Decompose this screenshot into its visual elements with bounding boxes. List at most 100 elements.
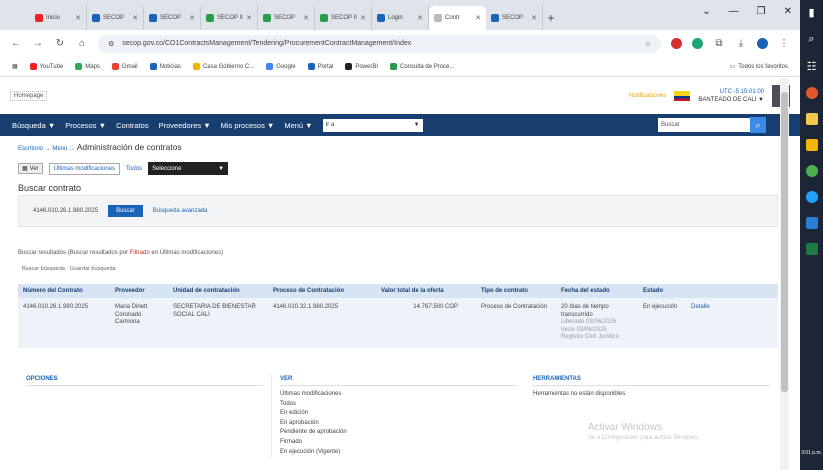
nav-contratos[interactable]: Contratos [116, 121, 149, 130]
site-logo[interactable]: Homepage [10, 91, 48, 101]
breadcrumb-path[interactable]: Escritorio → Menú → [18, 146, 77, 152]
browser-tab-active[interactable]: Contr ✕ [429, 6, 486, 30]
chrome-icon[interactable] [805, 165, 818, 177]
process-icon [390, 63, 398, 70]
browser-tab[interactable]: SECOP II ✕ [315, 6, 372, 30]
column-header[interactable]: Número del Contrato [18, 284, 110, 298]
table-row[interactable]: 4146.010.26.1.980.2025 Maria Dinett Coro… [18, 298, 778, 348]
windows-start-icon[interactable]: ▮ [808, 6, 814, 19]
outlook-icon[interactable] [805, 217, 818, 229]
scrollbar-thumb[interactable] [781, 92, 788, 392]
nav-mis-procesos[interactable]: Mis procesos ▼ [221, 121, 275, 130]
bookmark[interactable]: PowerBI [345, 63, 378, 70]
nav-goto-select[interactable]: Ir a ▼ [322, 118, 423, 132]
close-icon[interactable]: ✕ [189, 14, 195, 22]
status-select[interactable]: Seleccione ▼ [148, 162, 229, 175]
new-tab-icon[interactable]: + [543, 6, 559, 30]
filter-link[interactable]: Filtrado [130, 250, 150, 256]
excel-icon[interactable] [805, 243, 818, 255]
browser-tab[interactable]: SECOP ✕ [144, 6, 201, 30]
minimize-icon[interactable]: — [729, 6, 739, 17]
close-icon[interactable]: ✕ [75, 14, 81, 22]
column-header[interactable]: Valor total de la oferta [376, 284, 476, 298]
column-header[interactable]: Proveedor [110, 284, 168, 298]
ver-item[interactable]: Todos [280, 400, 517, 410]
column-header[interactable]: Estado [638, 284, 686, 298]
bookmark[interactable]: Casa Gobierno C... [192, 63, 254, 70]
ver-item[interactable]: Últimas modificaciones [280, 390, 517, 400]
extension-icon[interactable] [671, 38, 682, 49]
star-icon[interactable]: ☆ [645, 40, 651, 48]
user-menu[interactable]: BANTEADO DE CALI ▼ [698, 97, 764, 103]
bookmark[interactable]: Portal [307, 63, 333, 70]
nav-busqueda[interactable]: Búsqueda ▼ [12, 121, 55, 130]
close-icon[interactable]: ✕ [531, 14, 537, 22]
clock[interactable]: 3:01 p.m. [801, 450, 822, 456]
last-modifications-filter[interactable]: Últimas modificaciones [48, 162, 121, 175]
browser-tab[interactable]: SECOP ✕ [258, 6, 315, 30]
edge-icon[interactable] [805, 191, 818, 203]
app-icon[interactable] [805, 139, 818, 151]
browser-tab[interactable]: Login ✕ [372, 6, 429, 30]
browser-tab[interactable]: SECOP II ✕ [201, 6, 258, 30]
url-input[interactable]: ⚙ secop.gov.co/CO1ContractsManagement/Te… [98, 34, 661, 53]
reload-icon[interactable]: ↻ [54, 38, 66, 49]
forward-icon[interactable]: → [32, 38, 44, 49]
advanced-search-link[interactable]: Búsqueda avanzada [153, 208, 208, 214]
download-icon[interactable]: ⤓ [735, 38, 747, 49]
page-scrollbar[interactable] [780, 78, 789, 470]
column-header[interactable]: Fecha del estado [556, 284, 638, 298]
ver-item[interactable]: Firmado [280, 438, 517, 448]
close-icon[interactable]: ✕ [246, 14, 252, 22]
search-input[interactable]: Buscar [658, 118, 750, 132]
apps-grid-icon[interactable]: ▦ [12, 63, 18, 70]
column-header[interactable]: Proceso de Contratación [268, 284, 376, 298]
contract-search-input[interactable]: 4146.010.26.1.980.2025 [33, 208, 98, 214]
browser-tab[interactable]: SECOP ✕ [87, 6, 144, 30]
search-button[interactable]: Buscar [108, 205, 143, 217]
search-icon[interactable]: ⌕ [750, 117, 766, 133]
opera-icon[interactable] [805, 87, 818, 99]
close-icon[interactable]: ✕ [303, 14, 309, 22]
nav-menu[interactable]: Menú ▼ [284, 121, 312, 130]
chevron-down-icon[interactable]: ⌄ [702, 6, 710, 17]
ver-item[interactable]: En aprobación [280, 419, 517, 429]
search-icon[interactable]: ⌕ [808, 33, 814, 46]
column-header[interactable]: Unidad de contratación [168, 284, 268, 298]
view-toggle[interactable]: ▦ Ver [18, 163, 43, 174]
all-bookmarks[interactable]: ▭ Todos los favoritos [730, 63, 788, 71]
bookmark[interactable]: Gmail [111, 63, 138, 70]
close-icon[interactable]: ✕ [360, 14, 366, 22]
bookmark[interactable]: Consulta de Proce... [390, 63, 454, 70]
home-icon[interactable]: ⌂ [76, 38, 88, 49]
nav-proveedores[interactable]: Proveedores ▼ [159, 121, 211, 130]
close-icon[interactable]: ✕ [784, 6, 792, 17]
close-icon[interactable]: ✕ [475, 14, 481, 22]
file-explorer-icon[interactable] [805, 113, 818, 125]
column-header[interactable]: Tipo de contrato [476, 284, 556, 298]
nav-procesos[interactable]: Procesos ▼ [65, 121, 106, 130]
ver-item[interactable]: En ejecución (Vigente) [280, 448, 517, 458]
close-icon[interactable]: ✕ [132, 14, 138, 22]
bookmark[interactable]: Noticias [149, 63, 181, 70]
restore-icon[interactable]: ❐ [757, 6, 766, 17]
extensions-puzzle-icon[interactable]: ⧉ [713, 38, 725, 49]
bookmark[interactable]: Google [266, 63, 296, 70]
save-search-links[interactable]: Buscar búsqueda · Guardar búsqueda [22, 266, 116, 272]
browser-tab[interactable]: SECOP ✕ [486, 6, 543, 30]
menu-kebab-icon[interactable]: ⋮ [778, 38, 790, 49]
extension-icon[interactable] [692, 38, 703, 49]
profile-avatar-icon[interactable] [757, 38, 768, 49]
bookmark[interactable]: Maps [75, 63, 100, 70]
bookmark[interactable]: YouTube [29, 63, 63, 70]
detail-link[interactable]: Detalle [686, 298, 778, 348]
close-icon[interactable]: ✕ [417, 14, 423, 22]
ver-item[interactable]: En edición [280, 409, 517, 419]
task-view-icon[interactable]: ☷ [807, 60, 817, 73]
all-filter[interactable]: Todos [126, 166, 142, 172]
browser-tab[interactable]: Inicio ✕ [30, 6, 87, 30]
site-info-icon[interactable]: ⚙ [108, 40, 114, 48]
notifications-link[interactable]: Notificaciones [629, 93, 666, 99]
ver-item[interactable]: Pendiente de aprobación [280, 428, 517, 438]
back-icon[interactable]: ← [10, 38, 22, 49]
